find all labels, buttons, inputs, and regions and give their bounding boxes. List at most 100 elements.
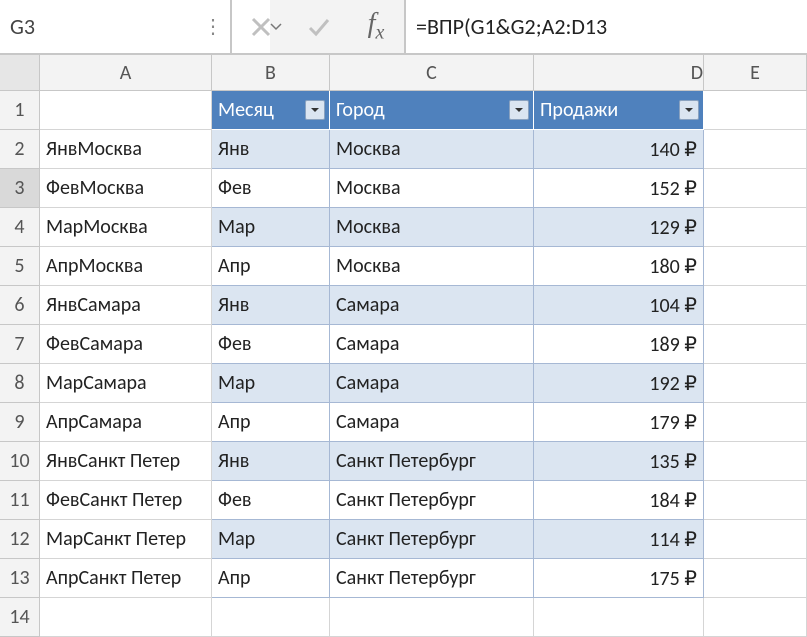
cell[interactable]: Фев xyxy=(212,169,330,208)
row-head[interactable]: 14 xyxy=(0,598,40,637)
cancel-button[interactable] xyxy=(232,0,290,53)
cell[interactable]: ЯнвМосква xyxy=(40,130,212,169)
cell[interactable]: Самара xyxy=(330,364,534,403)
cell[interactable] xyxy=(704,598,807,637)
cell[interactable]: Фев xyxy=(212,325,330,364)
cell[interactable] xyxy=(534,598,704,637)
col-head-a[interactable]: A xyxy=(40,55,212,91)
cell[interactable]: Апр xyxy=(212,559,330,598)
row: 3ФевМоскваФевМосква152 ₽ xyxy=(0,169,807,208)
cell[interactable]: ФевМосква xyxy=(40,169,212,208)
table-header-cell[interactable]: Продажи xyxy=(534,91,704,130)
row-head[interactable]: 5 xyxy=(0,247,40,286)
row-head[interactable]: 3 xyxy=(0,169,40,208)
row-head[interactable]: 8 xyxy=(0,364,40,403)
row-head[interactable]: 6 xyxy=(0,286,40,325)
cell[interactable]: АпрМосква xyxy=(40,247,212,286)
cell[interactable] xyxy=(330,598,534,637)
cell[interactable]: Санкт Петербург xyxy=(330,559,534,598)
table-header-cell[interactable]: Город xyxy=(330,91,534,130)
cell[interactable]: Янв xyxy=(212,286,330,325)
row-head[interactable]: 12 xyxy=(0,520,40,559)
col-head-d[interactable]: D xyxy=(534,55,704,91)
cell[interactable]: Янв xyxy=(212,442,330,481)
row-head[interactable]: 7 xyxy=(0,325,40,364)
cell[interactable]: Москва xyxy=(330,130,534,169)
cell[interactable] xyxy=(40,598,212,637)
col-head-c[interactable]: C xyxy=(330,55,534,91)
cell[interactable]: Самара xyxy=(330,325,534,364)
cell[interactable] xyxy=(704,481,807,520)
cell[interactable] xyxy=(704,91,807,130)
cell[interactable]: Санкт Петербург xyxy=(330,520,534,559)
row-head[interactable]: 11 xyxy=(0,481,40,520)
cell[interactable] xyxy=(704,286,807,325)
row-head[interactable]: 2 xyxy=(0,130,40,169)
row-head[interactable]: 13 xyxy=(0,559,40,598)
cell[interactable]: ЯнвСанкт Петер xyxy=(40,442,212,481)
cell[interactable]: 192 ₽ xyxy=(534,364,704,403)
cell[interactable] xyxy=(704,130,807,169)
cell[interactable]: 179 ₽ xyxy=(534,403,704,442)
cell[interactable]: 140 ₽ xyxy=(534,130,704,169)
cell[interactable]: ФевСамара xyxy=(40,325,212,364)
cell[interactable]: Санкт Петербург xyxy=(330,442,534,481)
cell[interactable]: Москва xyxy=(330,247,534,286)
cell[interactable]: Москва xyxy=(330,208,534,247)
select-all-corner[interactable] xyxy=(0,55,40,91)
cell[interactable]: Самара xyxy=(330,403,534,442)
cell[interactable]: 175 ₽ xyxy=(534,559,704,598)
formula-input[interactable] xyxy=(406,0,807,53)
cell[interactable]: 104 ₽ xyxy=(534,286,704,325)
confirm-button[interactable] xyxy=(290,0,348,53)
cell[interactable] xyxy=(212,598,330,637)
filter-button[interactable] xyxy=(305,100,325,120)
formula-bar-separator[interactable]: ⋮ xyxy=(196,0,232,53)
insert-function-button[interactable]: fx xyxy=(348,0,406,53)
cell[interactable]: Мар xyxy=(212,208,330,247)
cell[interactable]: 129 ₽ xyxy=(534,208,704,247)
cell[interactable]: 152 ₽ xyxy=(534,169,704,208)
cell[interactable] xyxy=(704,442,807,481)
cell[interactable]: Апр xyxy=(212,247,330,286)
row-head[interactable]: 4 xyxy=(0,208,40,247)
col-head-b[interactable]: B xyxy=(212,55,330,91)
cell[interactable] xyxy=(704,208,807,247)
cell[interactable] xyxy=(704,559,807,598)
cell[interactable]: Санкт Петербург xyxy=(330,481,534,520)
row-head[interactable]: 10 xyxy=(0,442,40,481)
table-header-cell[interactable]: Месяц xyxy=(212,91,330,130)
cell[interactable] xyxy=(704,520,807,559)
cell[interactable] xyxy=(704,403,807,442)
cell[interactable]: Фев xyxy=(212,481,330,520)
cell[interactable] xyxy=(704,325,807,364)
cell[interactable]: Янв xyxy=(212,130,330,169)
cell[interactable]: Москва xyxy=(330,169,534,208)
cell[interactable]: 135 ₽ xyxy=(534,442,704,481)
filter-button[interactable] xyxy=(509,100,529,120)
cell[interactable]: Мар xyxy=(212,364,330,403)
cell[interactable] xyxy=(704,247,807,286)
row: 9АпрСамараАпрСамара179 ₽ xyxy=(0,403,807,442)
cell[interactable]: 184 ₽ xyxy=(534,481,704,520)
cell[interactable]: 114 ₽ xyxy=(534,520,704,559)
row-head[interactable]: 9 xyxy=(0,403,40,442)
cell[interactable]: МарСамара xyxy=(40,364,212,403)
cell[interactable] xyxy=(704,364,807,403)
col-head-e[interactable]: E xyxy=(704,55,807,91)
cell[interactable] xyxy=(704,169,807,208)
cell[interactable]: АпрСамара xyxy=(40,403,212,442)
cell[interactable] xyxy=(40,91,212,130)
cell[interactable]: ЯнвСамара xyxy=(40,286,212,325)
cell[interactable]: Апр xyxy=(212,403,330,442)
row-head[interactable]: 1 xyxy=(0,91,40,130)
cell[interactable]: 180 ₽ xyxy=(534,247,704,286)
cell[interactable]: 189 ₽ xyxy=(534,325,704,364)
filter-button[interactable] xyxy=(679,100,699,120)
cell[interactable]: Мар xyxy=(212,520,330,559)
cell[interactable]: МарМосква xyxy=(40,208,212,247)
cell[interactable]: ФевСанкт Петер xyxy=(40,481,212,520)
cell[interactable]: АпрСанкт Петер xyxy=(40,559,212,598)
cell[interactable]: Самара xyxy=(330,286,534,325)
cell[interactable]: МарСанкт Петер xyxy=(40,520,212,559)
